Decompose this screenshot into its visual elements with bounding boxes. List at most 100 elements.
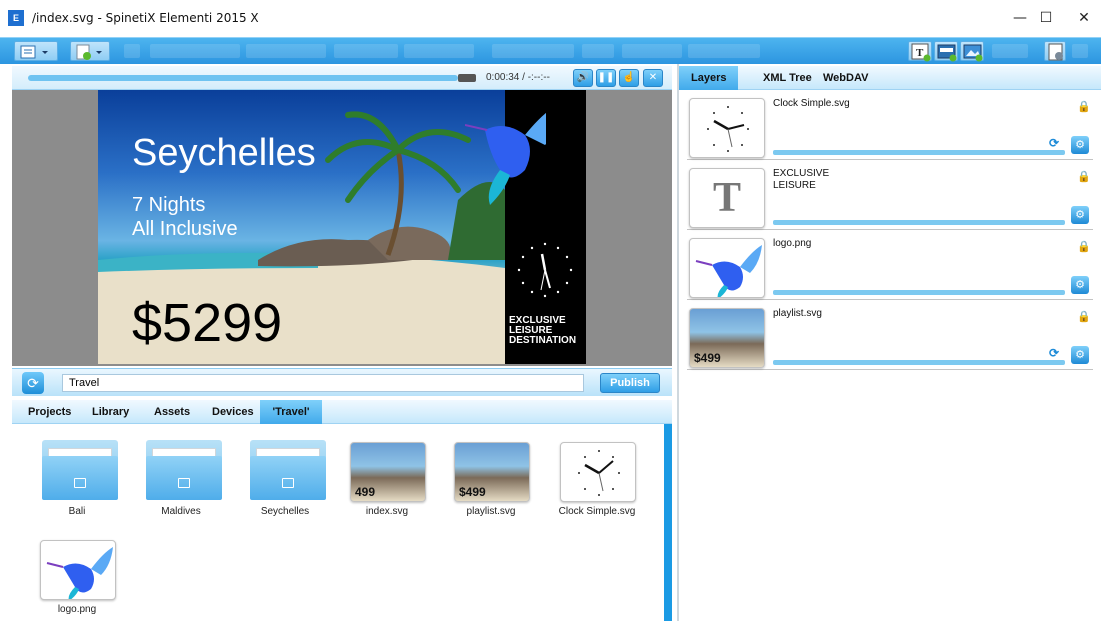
insert-image-layer-button[interactable] xyxy=(960,41,984,62)
document-properties-button[interactable] xyxy=(1044,41,1066,61)
document-properties-icon xyxy=(1048,43,1063,61)
asset-folder-maldives[interactable]: Maldives xyxy=(136,424,226,524)
clock-thumbnail xyxy=(560,442,636,502)
tab-layers[interactable]: Layers xyxy=(679,66,739,90)
clock-icon xyxy=(517,242,573,298)
layer-tools-group[interactable] xyxy=(992,44,1028,58)
player-controls: 0:00:34 / -:--:-- 🔊 ❚❚ ☝ ✕ xyxy=(12,66,672,90)
save-button[interactable] xyxy=(124,44,140,58)
clipboard-tools-group[interactable] xyxy=(246,44,326,58)
tab-devices[interactable]: Devices xyxy=(204,400,262,424)
volume-button[interactable]: 🔊 xyxy=(573,69,593,87)
font-family-select[interactable] xyxy=(492,44,574,58)
new-document-icon xyxy=(76,44,102,60)
interact-button[interactable]: ☝ xyxy=(619,69,639,87)
insert-text-layer-button[interactable]: T xyxy=(908,41,932,62)
right-tab-bar: Layers XML Tree WebDAV xyxy=(679,66,1101,90)
layer-duration-bar[interactable] xyxy=(773,150,1065,155)
assets-grid: Bali Maldives Seychelles 499 index.svg $… xyxy=(12,424,672,621)
asset-label: playlist.svg xyxy=(466,506,516,517)
gear-icon[interactable]: ⚙ xyxy=(1071,136,1089,154)
search-input[interactable] xyxy=(62,374,584,392)
slide-preview[interactable]: Seychelles 7 Nights All Inclusive $5299 … xyxy=(98,90,586,364)
layer-name: logo.png xyxy=(773,238,812,249)
assets-scrollbar[interactable] xyxy=(664,424,672,621)
layer-item[interactable]: T EXCLUSIVE LEISURE 🔒 ⚙ xyxy=(687,162,1093,230)
layer-name: playlist.svg xyxy=(773,308,822,319)
stop-preview-button[interactable]: ✕ xyxy=(643,69,663,87)
close-icon: ✕ xyxy=(648,72,658,83)
maximize-button[interactable]: ☐ xyxy=(1026,5,1066,31)
asset-logo-png[interactable]: logo.png xyxy=(32,522,122,622)
title-bar: E /index.svg - SpinetiX Elementi 2015 X … xyxy=(0,0,1101,37)
asset-folder-seychelles[interactable]: Seychelles xyxy=(240,424,330,524)
layer-item[interactable]: logo.png 🔒 ⚙ xyxy=(687,232,1093,300)
playback-progress[interactable] xyxy=(28,75,458,81)
refresh-icon[interactable]: ⟳ xyxy=(1049,346,1059,360)
slide-subtitle-1: 7 Nights xyxy=(132,194,206,216)
layer-thumbnail: $499 xyxy=(689,308,765,368)
font-size-select[interactable] xyxy=(582,44,614,58)
pause-button[interactable]: ❚❚ xyxy=(596,69,616,87)
text-style-group[interactable] xyxy=(622,44,682,58)
playback-indicator xyxy=(458,74,476,82)
gear-icon[interactable]: ⚙ xyxy=(1071,276,1089,294)
text-layer-icon: T xyxy=(712,175,741,221)
folder-icon xyxy=(146,440,222,500)
gear-icon[interactable]: ⚙ xyxy=(1071,206,1089,224)
tab-assets[interactable]: Assets xyxy=(146,400,198,424)
help-button[interactable] xyxy=(1072,44,1088,58)
layer-item[interactable]: $499 playlist.svg 🔒 ⟳ ⚙ xyxy=(687,302,1093,370)
lock-icon[interactable]: 🔒 xyxy=(1077,100,1091,113)
menu-icon xyxy=(20,45,48,59)
edit-tools-group[interactable] xyxy=(150,44,240,58)
hummingbird-icon xyxy=(46,547,113,599)
close-button[interactable]: ✕ xyxy=(1064,5,1101,31)
asset-folder-bali[interactable]: Bali xyxy=(32,424,122,524)
folder-icon xyxy=(42,440,118,500)
bottom-tab-bar: Projects Library Assets Devices 'Travel' xyxy=(12,400,672,424)
menu-button[interactable] xyxy=(14,41,58,61)
asset-playlist-svg[interactable]: $499 playlist.svg xyxy=(446,424,536,524)
tab-travel[interactable]: 'Travel' xyxy=(260,400,322,424)
new-document-button[interactable] xyxy=(70,41,110,61)
insert-media-layer-button[interactable] xyxy=(934,41,958,62)
app-icon: E xyxy=(8,10,24,26)
layer-thumbnail: T xyxy=(689,168,765,228)
side-line-3: DESTINATION xyxy=(509,335,577,346)
publish-button[interactable]: Publish xyxy=(600,373,660,393)
layer-duration-bar[interactable] xyxy=(773,360,1065,365)
slide-side-text: EXCLUSIVE LEISURE DESTINATION xyxy=(509,316,576,346)
lock-icon[interactable]: 🔒 xyxy=(1077,310,1091,323)
undo-redo-group[interactable] xyxy=(334,44,398,58)
layer-name: Clock Simple.svg xyxy=(773,98,850,109)
refresh-icon[interactable]: ⟳ xyxy=(1049,136,1059,150)
lock-icon[interactable]: 🔒 xyxy=(1077,170,1091,183)
tab-library[interactable]: Library xyxy=(84,400,137,424)
asset-label: Seychelles xyxy=(260,506,310,517)
layer-duration-bar[interactable] xyxy=(773,220,1065,225)
insert-media-layer-icon xyxy=(937,44,957,62)
layer-duration-bar[interactable] xyxy=(773,290,1065,295)
asset-label: index.svg xyxy=(365,506,409,517)
pause-icon: ❚❚ xyxy=(597,72,615,83)
playlist-thumbnail: $499 xyxy=(454,442,530,502)
layer-item[interactable]: Clock Simple.svg 🔒 ⟳ ⚙ xyxy=(687,92,1093,160)
tab-projects[interactable]: Projects xyxy=(20,400,79,424)
slide-price: $5299 xyxy=(132,293,283,353)
lock-icon[interactable]: 🔒 xyxy=(1077,240,1091,253)
layer-thumbnail xyxy=(689,238,765,298)
asset-label: Maldives xyxy=(161,506,201,517)
hummingbird-icon xyxy=(695,245,762,297)
asset-label: Bali xyxy=(68,506,86,517)
asset-label: logo.png xyxy=(57,604,97,615)
insert-text-layer-icon: T xyxy=(911,43,931,62)
svg-text:T: T xyxy=(916,47,924,59)
tab-webdav[interactable]: WebDAV xyxy=(811,66,880,90)
arrange-tools-group[interactable] xyxy=(404,44,474,58)
text-align-group[interactable] xyxy=(688,44,760,58)
refresh-button[interactable]: ⟳ xyxy=(22,372,44,394)
asset-clock-simple-svg[interactable]: Clock Simple.svg xyxy=(552,424,642,524)
asset-index-svg[interactable]: 499 index.svg xyxy=(342,424,432,524)
gear-icon[interactable]: ⚙ xyxy=(1071,346,1089,364)
